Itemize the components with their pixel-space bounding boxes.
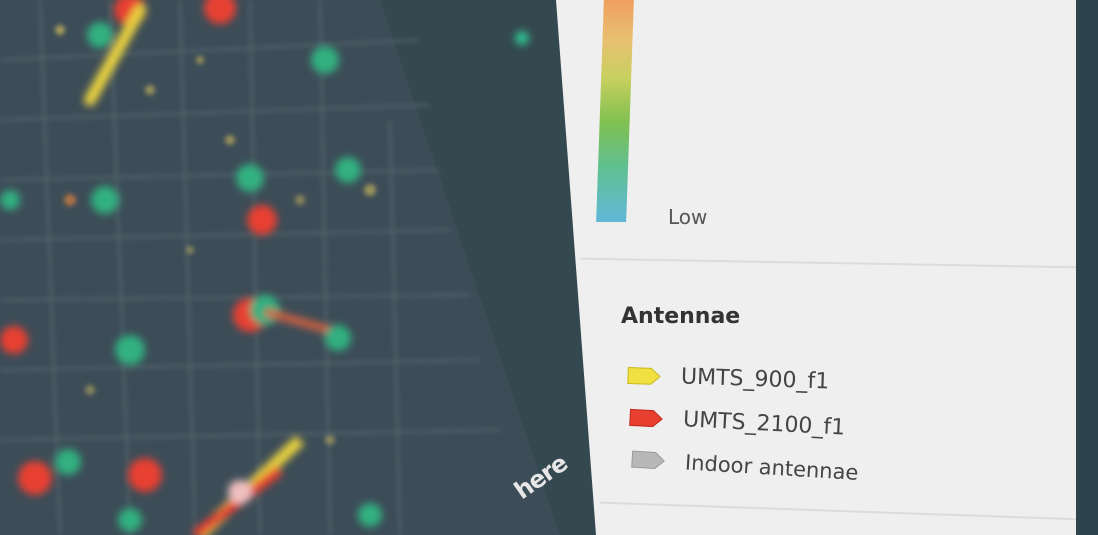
antennae-section-title: Antennae — [621, 304, 741, 329]
yellow-antenna-icon — [627, 366, 661, 385]
gray-antenna-icon — [631, 450, 665, 470]
background-edge — [1076, 0, 1098, 535]
red-antenna-icon — [629, 408, 663, 427]
gradient-low-label: Low — [668, 205, 708, 229]
legend-item-label: UMTS_900_f1 — [680, 364, 830, 395]
